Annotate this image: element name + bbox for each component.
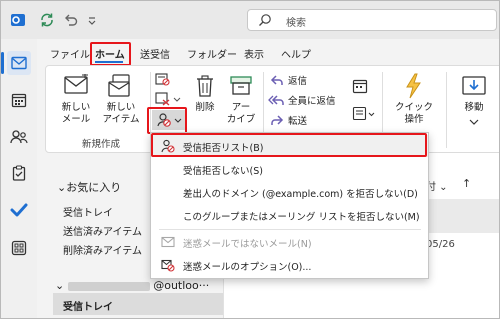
account-header[interactable]: ⌄ @outloo··· bbox=[55, 279, 209, 292]
new-mail-label: 新しい メール bbox=[61, 102, 91, 125]
redacted-account-name bbox=[67, 281, 150, 291]
undo-icon[interactable] bbox=[63, 12, 79, 28]
search-icon bbox=[259, 14, 271, 26]
meeting-button[interactable] bbox=[352, 78, 372, 96]
search-placeholder: 検索 bbox=[286, 18, 306, 29]
new-mail-button[interactable]: 新しい メール bbox=[56, 72, 96, 128]
delete-label: 削除 bbox=[195, 102, 215, 113]
blocked-senders-highlight bbox=[151, 133, 427, 157]
menu-item-never-block-domain[interactable]: 差出人のドメイン (@example.com) を拒否しない(D) bbox=[151, 181, 428, 203]
cleanup-icon bbox=[155, 92, 181, 106]
move-label: 移動 bbox=[464, 102, 484, 113]
quick-steps-button[interactable]: クイック 操作 bbox=[390, 72, 438, 128]
forward-button[interactable]: 転送 bbox=[268, 112, 348, 128]
move-button[interactable]: 移動 bbox=[452, 72, 496, 128]
new-group-title: 新規作成 bbox=[82, 139, 121, 150]
search-box[interactable]: 検索 bbox=[247, 9, 497, 31]
tab-file[interactable]: ファイル bbox=[50, 46, 90, 61]
junk-button-highlight bbox=[147, 107, 187, 134]
new-mail-icon bbox=[64, 74, 88, 94]
calendar-icon bbox=[11, 93, 27, 108]
forward-label: 転送 bbox=[288, 116, 308, 127]
archive-label: アー カイブ bbox=[226, 102, 256, 125]
sync-icon[interactable] bbox=[39, 12, 55, 28]
quick-steps-label: クイック 操作 bbox=[394, 102, 433, 125]
tab-send-receive[interactable]: 送受信 bbox=[140, 46, 170, 61]
clipboard-icon bbox=[12, 165, 26, 181]
menu-divider bbox=[159, 229, 421, 230]
folder-item-inbox[interactable]: 受信トレイ bbox=[63, 204, 113, 219]
folder-item-sent[interactable]: 送信済みアイテム bbox=[63, 223, 142, 238]
rail-people[interactable] bbox=[7, 125, 31, 149]
reply-button[interactable]: 返信 bbox=[268, 72, 348, 88]
mail-icon bbox=[11, 56, 27, 70]
ignore-icon bbox=[155, 73, 170, 86]
tab-view[interactable]: 表示 bbox=[244, 46, 264, 61]
chevron-down-icon bbox=[469, 119, 479, 125]
title-bar: 検索 bbox=[1, 1, 499, 39]
archive-icon bbox=[230, 76, 252, 95]
rail-calendar[interactable] bbox=[7, 88, 31, 112]
rail-apps[interactable] bbox=[7, 236, 31, 260]
sort-direction-arrow[interactable]: ↑ bbox=[462, 177, 471, 190]
rail-tasks[interactable] bbox=[7, 161, 31, 185]
apps-icon bbox=[11, 240, 27, 256]
rail-mail[interactable] bbox=[7, 51, 31, 75]
reply-all-label: 全員に返信 bbox=[288, 96, 336, 107]
new-items-icon bbox=[108, 74, 130, 97]
folder-item-deleted[interactable]: 削除済みアイテム bbox=[63, 242, 142, 257]
app-rail bbox=[1, 39, 37, 318]
reply-label: 返信 bbox=[288, 76, 308, 87]
tab-help[interactable]: ヘルプ bbox=[281, 46, 311, 61]
menu-item-label: 差出人のドメイン (@example.com) を拒否しない(D) bbox=[183, 189, 418, 200]
menu-item-label: 迷惑メールではないメール(N) bbox=[183, 239, 312, 250]
favorites-label: お気に入り bbox=[66, 181, 122, 194]
archive-button[interactable]: アー カイブ bbox=[224, 72, 258, 128]
menu-item-label: このグループまたはメーリング リストを拒否しない(M) bbox=[183, 212, 420, 223]
tab-folder[interactable]: フォルダー bbox=[187, 46, 237, 61]
rail-todo[interactable] bbox=[7, 198, 31, 222]
move-to-folder-icon bbox=[462, 76, 486, 95]
favorites-header[interactable]: ⌄お気に入り bbox=[57, 179, 121, 195]
menu-item-not-junk: 迷惑メールではないメール(N) bbox=[151, 231, 428, 253]
mail-icon bbox=[161, 236, 175, 248]
more-respond-icon bbox=[352, 106, 375, 121]
new-item-button[interactable]: 新しい アイテム bbox=[98, 72, 144, 128]
checkmark-icon bbox=[10, 203, 28, 217]
calendar-reply-icon bbox=[352, 79, 368, 94]
customize-toolbar-icon[interactable] bbox=[87, 12, 97, 28]
ignore-button[interactable] bbox=[154, 72, 180, 90]
reply-all-icon bbox=[268, 95, 284, 105]
menu-item-never-block-sender[interactable]: 受信拒否しない(S) bbox=[151, 158, 428, 180]
lightning-icon bbox=[406, 73, 421, 99]
menu-item-junk-options[interactable]: 迷惑メールのオプション(O)... bbox=[151, 254, 428, 276]
group-divider bbox=[446, 72, 447, 148]
trash-icon bbox=[197, 75, 213, 97]
junk-options-icon bbox=[161, 259, 175, 272]
delete-button[interactable]: 削除 bbox=[190, 72, 220, 128]
new-item-label: 新しい アイテム bbox=[102, 102, 140, 125]
home-tab-highlight bbox=[90, 42, 131, 66]
menu-item-label: 受信拒否しない(S) bbox=[183, 166, 263, 177]
reply-icon bbox=[270, 75, 283, 85]
account-suffix: @outloo··· bbox=[153, 279, 210, 292]
people-icon bbox=[10, 130, 28, 144]
message-date: 05/26 bbox=[426, 239, 455, 250]
menu-item-never-block-group[interactable]: このグループまたはメーリング リストを拒否しない(M) bbox=[151, 204, 428, 226]
more-respond-button[interactable] bbox=[352, 106, 376, 124]
outlook-logo-icon bbox=[11, 14, 25, 26]
menu-item-label: 迷惑メールのオプション(O)... bbox=[183, 262, 312, 273]
account-inbox[interactable]: 受信トレイ bbox=[63, 298, 113, 313]
chevron-down-icon: ⌄ bbox=[55, 279, 68, 292]
outlook-window: 検索 ファイル ホーム 送受信 フォルダー 表示 ヘルプ 新しい メール 新しい… bbox=[0, 0, 500, 319]
sort-by-date[interactable]: 付 ⌄ bbox=[426, 178, 448, 193]
reply-all-button[interactable]: 全員に返信 bbox=[268, 92, 348, 108]
forward-icon bbox=[271, 115, 284, 125]
chevron-down-icon: ⌄ bbox=[57, 181, 67, 194]
active-indicator bbox=[1, 52, 4, 74]
